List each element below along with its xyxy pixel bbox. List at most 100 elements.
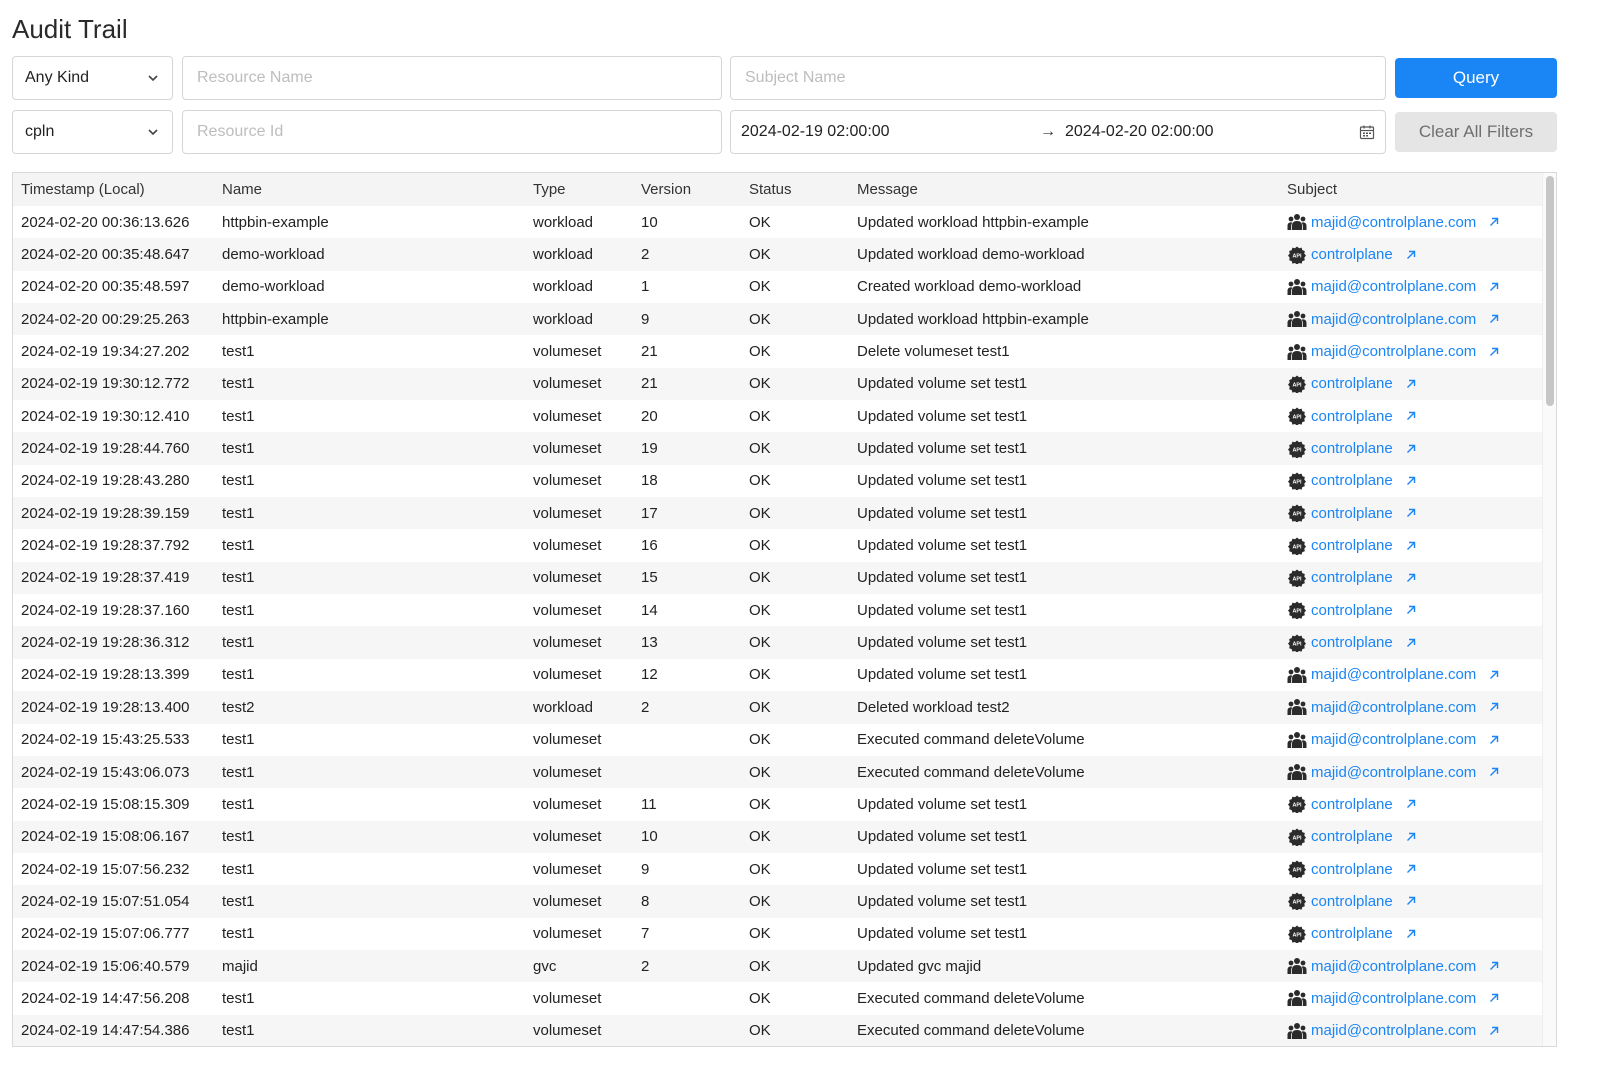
external-link-icon[interactable]: [1488, 766, 1500, 778]
date-to-value[interactable]: 2024-02-20 02:00:00: [1065, 123, 1359, 141]
subject-link[interactable]: controlplane: [1311, 375, 1393, 392]
table-row[interactable]: 2024-02-19 14:47:56.208 test1 volumeset …: [13, 982, 1556, 1015]
subject-link[interactable]: controlplane: [1311, 246, 1393, 263]
table-row[interactable]: 2024-02-19 19:30:12.772 test1 volumeset …: [13, 367, 1556, 401]
external-link-icon[interactable]: [1405, 443, 1417, 455]
column-header-type[interactable]: Type: [525, 181, 633, 198]
subject-link[interactable]: controlplane: [1311, 408, 1393, 425]
query-button[interactable]: Query: [1395, 58, 1557, 98]
subject-link[interactable]: majid@controlplane.com: [1311, 278, 1476, 295]
column-header-subject[interactable]: Subject: [1279, 181, 1534, 198]
subject-link[interactable]: majid@controlplane.com: [1311, 958, 1476, 975]
table-row[interactable]: 2024-02-19 19:28:36.312 test1 volumeset …: [13, 626, 1556, 659]
subject-link[interactable]: controlplane: [1311, 537, 1393, 554]
resource-name-field[interactable]: [182, 56, 722, 100]
column-header-timestamp[interactable]: Timestamp (Local): [13, 181, 214, 198]
subject-link[interactable]: majid@controlplane.com: [1311, 666, 1476, 683]
table-row[interactable]: 2024-02-19 15:06:40.579 majid gvc 2 OK U…: [13, 949, 1556, 983]
calendar-icon[interactable]: [1359, 124, 1375, 140]
subject-link[interactable]: majid@controlplane.com: [1311, 699, 1476, 716]
table-row[interactable]: 2024-02-19 19:28:39.159 test1 volumeset …: [13, 497, 1556, 530]
scrollbar-thumb[interactable]: [1546, 176, 1554, 406]
subject-link[interactable]: controlplane: [1311, 925, 1393, 942]
table-row[interactable]: 2024-02-19 19:28:43.280 test1 volumeset …: [13, 464, 1556, 498]
table-row[interactable]: 2024-02-19 19:30:12.410 test1 volumeset …: [13, 400, 1556, 433]
table-row[interactable]: 2024-02-19 19:28:13.400 test2 workload 2…: [13, 691, 1556, 724]
external-link-icon[interactable]: [1405, 831, 1417, 843]
table-row[interactable]: 2024-02-19 15:43:25.533 test1 volumeset …: [13, 723, 1556, 756]
external-link-icon[interactable]: [1488, 734, 1500, 746]
subject-name-input[interactable]: [743, 68, 1373, 88]
external-link-icon[interactable]: [1488, 281, 1500, 293]
date-range-picker[interactable]: 2024-02-19 02:00:00 → 2024-02-20 02:00:0…: [730, 110, 1386, 154]
external-link-icon[interactable]: [1488, 216, 1500, 228]
subject-name-field[interactable]: [730, 56, 1386, 100]
table-row[interactable]: 2024-02-19 15:08:06.167 test1 volumeset …: [13, 820, 1556, 853]
table-row[interactable]: 2024-02-19 15:07:51.054 test1 volumeset …: [13, 885, 1556, 918]
resource-name-input[interactable]: [195, 68, 709, 88]
resource-id-input[interactable]: [195, 122, 709, 142]
external-link-icon[interactable]: [1405, 572, 1417, 584]
table-row[interactable]: 2024-02-20 00:36:13.626 httpbin-example …: [13, 206, 1556, 239]
subject-link[interactable]: controlplane: [1311, 472, 1393, 489]
kind-select[interactable]: Any Kind: [12, 56, 173, 100]
table-row[interactable]: 2024-02-19 15:07:56.232 test1 volumeset …: [13, 852, 1556, 886]
subject-link[interactable]: controlplane: [1311, 893, 1393, 910]
table-row[interactable]: 2024-02-19 15:07:06.777 test1 volumeset …: [13, 917, 1556, 950]
subject-link[interactable]: majid@controlplane.com: [1311, 731, 1476, 748]
table-row[interactable]: 2024-02-19 15:43:06.073 test1 volumeset …: [13, 755, 1556, 789]
column-header-name[interactable]: Name: [214, 181, 525, 198]
external-link-icon[interactable]: [1405, 863, 1417, 875]
table-row[interactable]: 2024-02-20 00:35:48.647 demo-workload wo…: [13, 238, 1556, 271]
table-scrollbar[interactable]: [1542, 173, 1556, 1046]
table-row[interactable]: 2024-02-19 19:28:44.760 test1 volumeset …: [13, 432, 1556, 465]
subject-link[interactable]: controlplane: [1311, 634, 1393, 651]
subject-link[interactable]: controlplane: [1311, 861, 1393, 878]
resource-id-field[interactable]: [182, 110, 722, 154]
external-link-icon[interactable]: [1405, 604, 1417, 616]
column-header-version[interactable]: Version: [633, 181, 741, 198]
subject-link[interactable]: majid@controlplane.com: [1311, 764, 1476, 781]
external-link-icon[interactable]: [1488, 960, 1500, 972]
table-row[interactable]: 2024-02-19 19:28:37.419 test1 volumeset …: [13, 561, 1556, 595]
subject-link[interactable]: controlplane: [1311, 602, 1393, 619]
external-link-icon[interactable]: [1405, 928, 1417, 940]
external-link-icon[interactable]: [1405, 540, 1417, 552]
external-link-icon[interactable]: [1405, 249, 1417, 261]
external-link-icon[interactable]: [1488, 346, 1500, 358]
date-from-value[interactable]: 2024-02-19 02:00:00: [741, 123, 1031, 141]
subject-link[interactable]: controlplane: [1311, 828, 1393, 845]
external-link-icon[interactable]: [1405, 637, 1417, 649]
external-link-icon[interactable]: [1405, 475, 1417, 487]
table-row[interactable]: 2024-02-20 00:29:25.263 httpbin-example …: [13, 303, 1556, 336]
subject-link[interactable]: controlplane: [1311, 569, 1393, 586]
column-header-message[interactable]: Message: [849, 181, 1279, 198]
table-row[interactable]: 2024-02-20 00:35:48.597 demo-workload wo…: [13, 270, 1556, 304]
external-link-icon[interactable]: [1405, 798, 1417, 810]
external-link-icon[interactable]: [1488, 1025, 1500, 1037]
subject-link[interactable]: controlplane: [1311, 505, 1393, 522]
table-row[interactable]: 2024-02-19 14:47:54.386 test1 volumeset …: [13, 1014, 1556, 1046]
subject-link[interactable]: majid@controlplane.com: [1311, 343, 1476, 360]
external-link-icon[interactable]: [1488, 992, 1500, 1004]
subject-link[interactable]: controlplane: [1311, 440, 1393, 457]
subject-link[interactable]: majid@controlplane.com: [1311, 1022, 1476, 1039]
subject-link[interactable]: majid@controlplane.com: [1311, 990, 1476, 1007]
external-link-icon[interactable]: [1405, 410, 1417, 422]
subject-link[interactable]: controlplane: [1311, 796, 1393, 813]
subject-link[interactable]: majid@controlplane.com: [1311, 311, 1476, 328]
table-row[interactable]: 2024-02-19 19:34:27.202 test1 volumeset …: [13, 335, 1556, 368]
external-link-icon[interactable]: [1488, 313, 1500, 325]
external-link-icon[interactable]: [1488, 669, 1500, 681]
table-row[interactable]: 2024-02-19 15:08:15.309 test1 volumeset …: [13, 788, 1556, 821]
table-row[interactable]: 2024-02-19 19:28:13.399 test1 volumeset …: [13, 658, 1556, 692]
table-row[interactable]: 2024-02-19 19:28:37.792 test1 volumeset …: [13, 529, 1556, 562]
external-link-icon[interactable]: [1488, 701, 1500, 713]
external-link-icon[interactable]: [1405, 507, 1417, 519]
table-row[interactable]: 2024-02-19 19:28:37.160 test1 volumeset …: [13, 594, 1556, 627]
subject-link[interactable]: majid@controlplane.com: [1311, 214, 1476, 231]
context-select[interactable]: cpln: [12, 110, 173, 154]
external-link-icon[interactable]: [1405, 895, 1417, 907]
column-header-status[interactable]: Status: [741, 181, 849, 198]
clear-all-filters-button[interactable]: Clear All Filters: [1395, 112, 1557, 152]
